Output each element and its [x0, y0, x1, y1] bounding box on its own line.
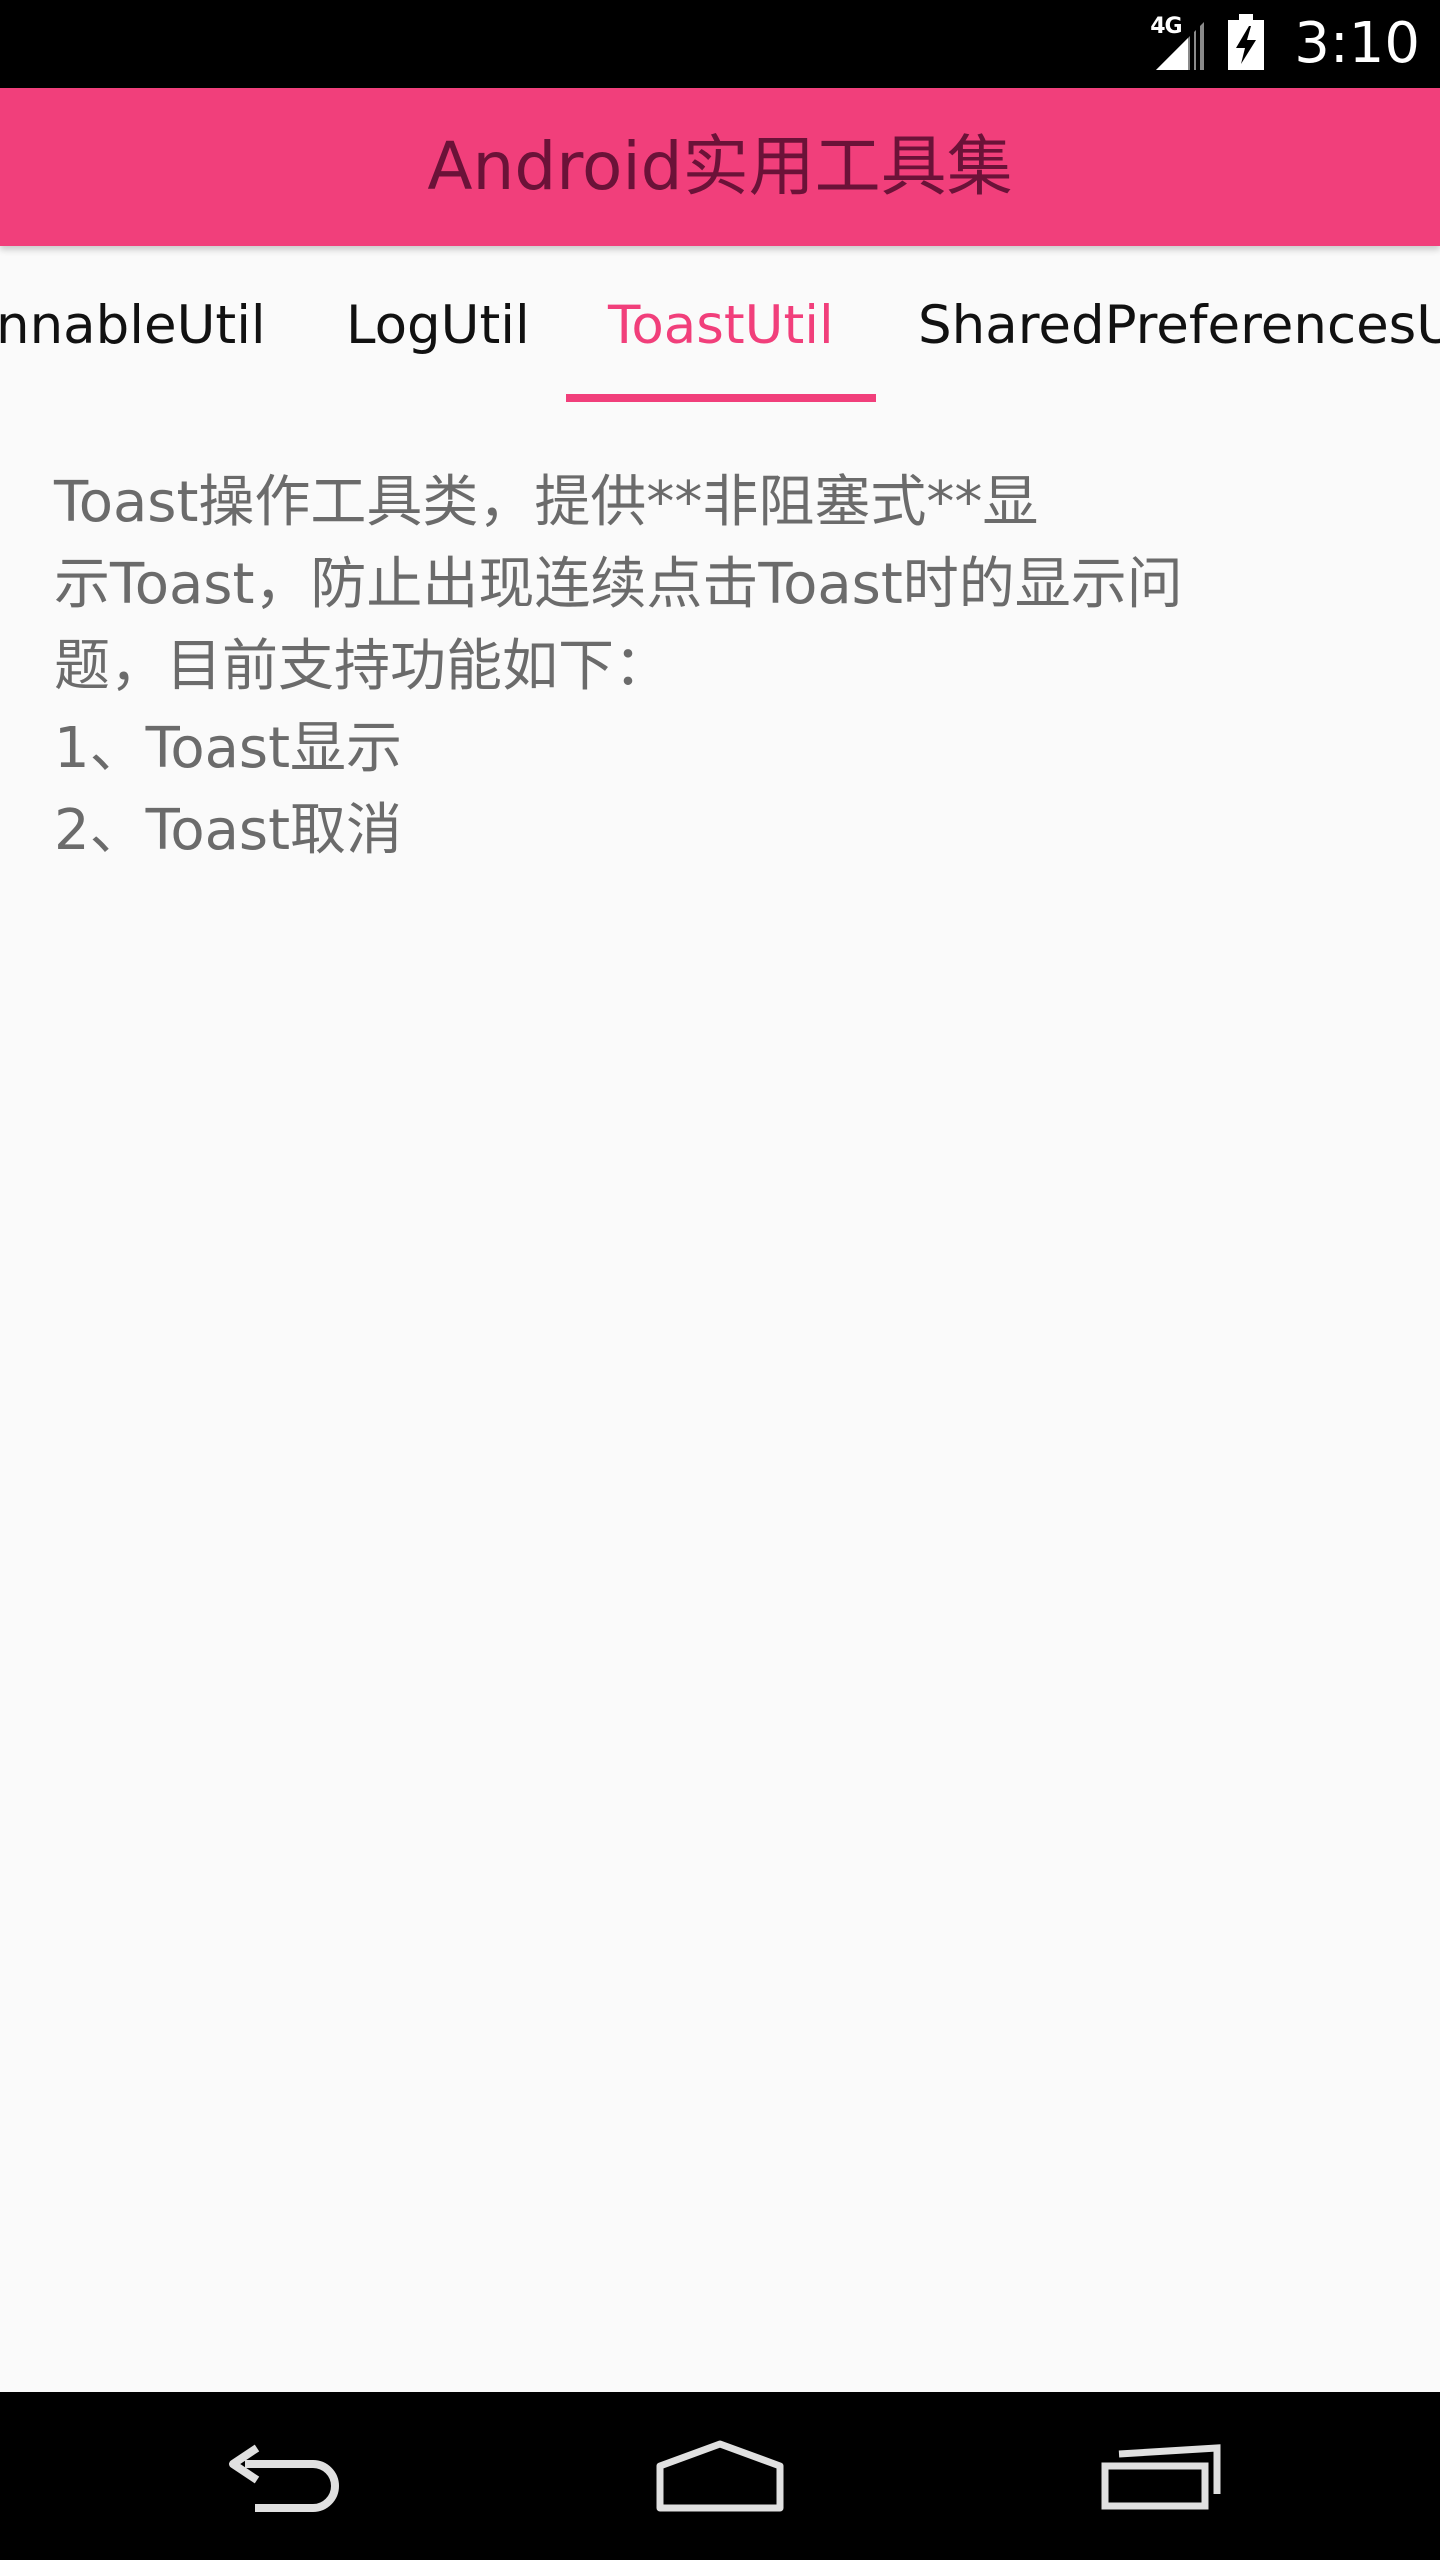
clock: 3:10 [1294, 11, 1420, 76]
status-bar: 4G 3:10 [0, 0, 1440, 88]
description-line: Toast操作工具类，提供**非阻塞式**显 [54, 470, 1039, 535]
back-button[interactable] [180, 2392, 380, 2560]
tab-logutil[interactable]: LogUtil [346, 246, 530, 404]
tab-toastutil[interactable]: ToastUtil [608, 246, 834, 404]
tab-strip[interactable]: nnableUtil LogUtil ToastUtil SharedPrefe… [0, 246, 1440, 404]
signal-icon: 4G [1150, 14, 1208, 72]
feature-item: 2、Toast取消 [54, 798, 403, 863]
back-icon [229, 2444, 339, 2512]
app-title: Android实用工具集 [427, 128, 1013, 205]
recents-icon [1101, 2444, 1221, 2510]
home-icon [656, 2440, 784, 2512]
status-icons: 4G 3:10 [1150, 0, 1420, 88]
tab-indicator [566, 394, 876, 402]
navigation-bar [0, 2392, 1440, 2560]
description-text: Toast操作工具类，提供**非阻塞式**显 示Toast，防止出现连续点击To… [54, 462, 1354, 872]
tab-sharedpreferencesutil[interactable]: SharedPreferencesUt [918, 246, 1440, 404]
battery-charging-icon [1226, 12, 1266, 76]
feature-item: 1、Toast显示 [54, 716, 403, 781]
recents-button[interactable] [1060, 2392, 1260, 2560]
home-button[interactable] [620, 2392, 820, 2560]
description-line: 题，目前支持功能如下： [54, 634, 670, 699]
app-bar: Android实用工具集 [0, 88, 1440, 246]
tab-runnableutil[interactable]: nnableUtil [0, 246, 266, 404]
screen: 4G 3:10 Android实用工具集 nnableUtil LogUtil … [0, 0, 1440, 2560]
description-line: 示Toast，防止出现连续点击Toast时的显示问 [54, 552, 1183, 617]
network-type-label: 4G [1150, 14, 1182, 39]
